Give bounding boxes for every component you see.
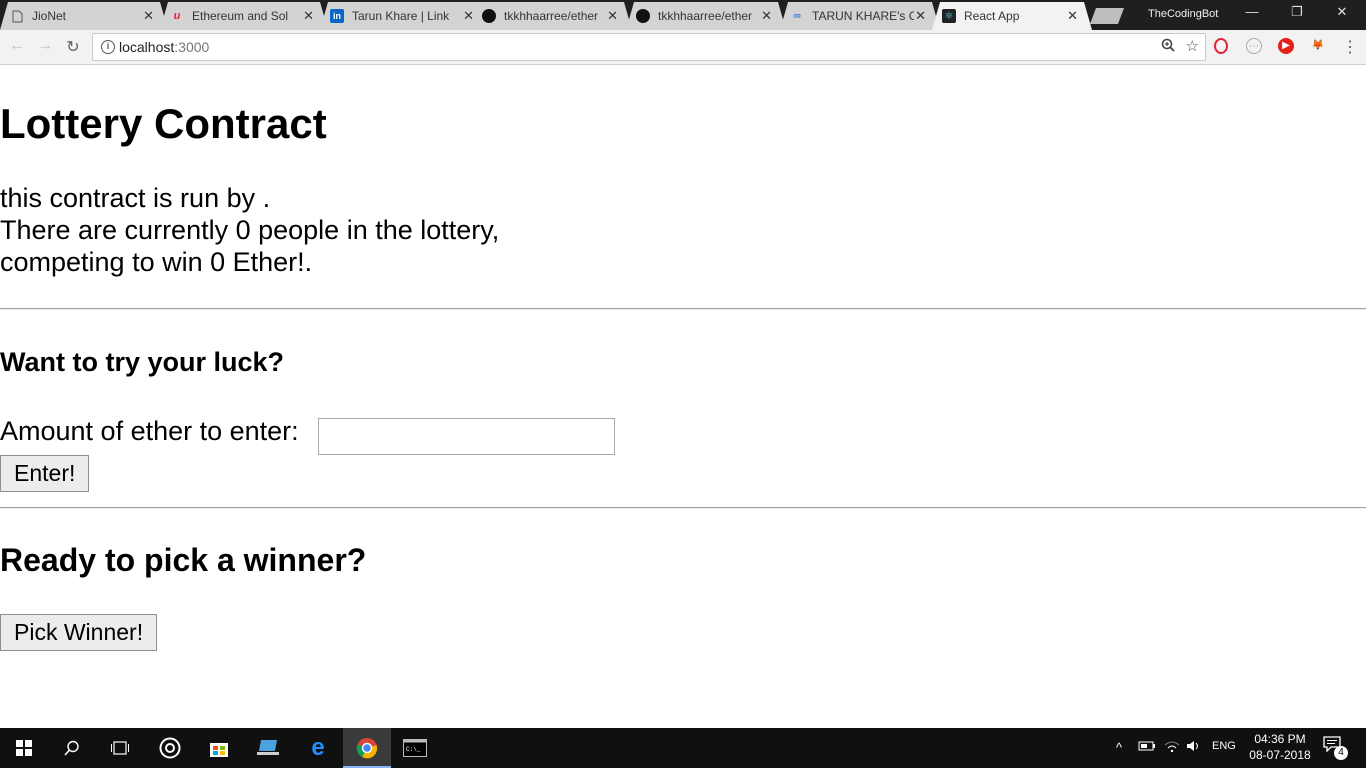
bookmark-star-icon[interactable]: ☆ [1186, 37, 1199, 55]
divider [0, 308, 1366, 310]
tab-react-app[interactable]: ⚛ React App ✕ [932, 2, 1092, 30]
info-icon[interactable]: i [101, 40, 115, 54]
terminal-icon[interactable]: C:\_ [391, 728, 439, 768]
tab-title: Tarun Khare | Link [352, 9, 450, 23]
opera-icon[interactable] [1214, 38, 1228, 54]
windows-start-icon[interactable] [0, 728, 48, 768]
extension-icon[interactable]: ⋯ [1246, 38, 1262, 54]
url-host: localhost [119, 39, 175, 55]
close-icon[interactable]: ✕ [761, 8, 772, 24]
svg-text:C:\_: C:\_ [406, 746, 421, 753]
notification-center-icon[interactable]: 4 [1320, 736, 1348, 760]
forward-arrow-icon[interactable]: → [34, 37, 56, 55]
clock-time: 04:36 PM [1254, 732, 1306, 746]
enter-button[interactable]: Enter! [0, 455, 90, 492]
reload-icon[interactable]: ↻ [62, 37, 84, 57]
tab-title: JioNet [32, 9, 67, 23]
tab-codechef[interactable]: ∞ TARUN KHARE's C ✕ [780, 2, 940, 30]
notification-count-badge: 4 [1334, 746, 1348, 760]
close-icon[interactable]: ✕ [143, 8, 154, 24]
amount-label: Amount of ether to enter: [0, 416, 299, 446]
chevron-up-icon[interactable]: ^ [1116, 740, 1122, 755]
pick-winner-button[interactable]: Pick Winner! [0, 614, 158, 651]
close-icon[interactable]: ✕ [915, 8, 926, 24]
browser-toolbar: ← → ↻ i localhost:3000 ☆ ⋯ ▶ 🦊 ⋮ [0, 30, 1366, 65]
tab-jionet[interactable]: JioNet ✕ [0, 2, 168, 30]
laptop-app-icon[interactable] [244, 728, 292, 768]
linkedin-icon: in [330, 9, 344, 23]
github-icon [482, 9, 496, 23]
tab-linkedin[interactable]: in Tarun Khare | Link ✕ [320, 2, 488, 30]
tab-title: tkkhhaarree/ether [658, 9, 753, 23]
taskbar: e C:\_ ^ ENG 04:36 PM 08-07-2018 4 [0, 728, 1366, 768]
task-view-icon[interactable] [96, 728, 144, 768]
search-icon[interactable] [48, 728, 96, 768]
volume-icon[interactable] [1186, 740, 1202, 755]
window-close-icon[interactable]: ✕ [1327, 4, 1357, 20]
close-icon[interactable]: ✕ [303, 8, 314, 24]
codechef-icon: ∞ [793, 10, 801, 22]
tab-github-1[interactable]: tkkhhaarree/ether ✕ [472, 2, 632, 30]
language-indicator[interactable]: ENG [1212, 740, 1236, 752]
github-icon [636, 9, 650, 23]
tab-ethereum-course[interactable]: u Ethereum and Sol ✕ [160, 2, 328, 30]
browser-tab-strip: JioNet ✕ u Ethereum and Sol ✕ in Tarun K… [0, 0, 1366, 30]
wifi-icon[interactable] [1164, 740, 1180, 755]
restore-icon[interactable]: ❐ [1282, 4, 1312, 20]
react-icon: ⚛ [942, 9, 956, 23]
tab-title: Ethereum and Sol [192, 9, 289, 23]
profile-name[interactable]: TheCodingBot [1148, 8, 1218, 20]
clock-date: 08-07-2018 [1249, 748, 1311, 762]
enter-heading: Want to try your luck? [0, 347, 285, 377]
page-content: Lottery Contract this contract is run by… [0, 66, 1366, 728]
ether-amount-input[interactable] [318, 418, 615, 455]
battery-icon[interactable] [1138, 740, 1156, 755]
obs-icon[interactable] [146, 728, 194, 768]
metamask-fox-icon[interactable]: 🦊 [1310, 38, 1326, 54]
page-title: Lottery Contract [0, 100, 327, 147]
tab-title: React App [964, 9, 1020, 23]
url-port: :3000 [174, 39, 210, 55]
youtube-icon[interactable]: ▶ [1278, 38, 1294, 54]
manager-line: this contract is run by . [0, 183, 271, 213]
minimize-icon[interactable]: — [1237, 4, 1267, 19]
url-text[interactable]: localhost:3000 [119, 39, 209, 55]
tab-title: TARUN KHARE's C [812, 9, 914, 23]
store-icon[interactable] [195, 728, 243, 768]
prize-line: competing to win 0 Ether!. [0, 247, 313, 277]
divider [0, 507, 1366, 509]
tab-github-2[interactable]: tkkhhaarree/ether ✕ [626, 2, 786, 30]
contract-info: this contract is run by . There are curr… [0, 182, 499, 278]
address-bar[interactable]: i localhost:3000 ☆ [92, 33, 1206, 61]
zoom-icon[interactable] [1161, 38, 1175, 55]
players-line: There are currently 0 people in the lott… [0, 215, 500, 245]
chrome-icon[interactable] [343, 728, 391, 768]
menu-icon[interactable]: ⋮ [1342, 37, 1358, 57]
close-icon[interactable]: ✕ [607, 8, 618, 24]
edge-icon[interactable]: e [294, 728, 342, 768]
new-tab-button[interactable] [1090, 8, 1124, 24]
page-icon [10, 9, 24, 23]
back-arrow-icon[interactable]: ← [6, 37, 28, 55]
tab-title: tkkhhaarree/ether [504, 9, 599, 23]
close-icon[interactable]: ✕ [1067, 8, 1078, 24]
close-icon[interactable]: ✕ [463, 8, 474, 24]
udemy-icon: u [173, 10, 181, 22]
pick-winner-heading: Ready to pick a winner? [0, 542, 367, 578]
taskbar-clock[interactable]: 04:36 PM 08-07-2018 [1240, 731, 1320, 763]
